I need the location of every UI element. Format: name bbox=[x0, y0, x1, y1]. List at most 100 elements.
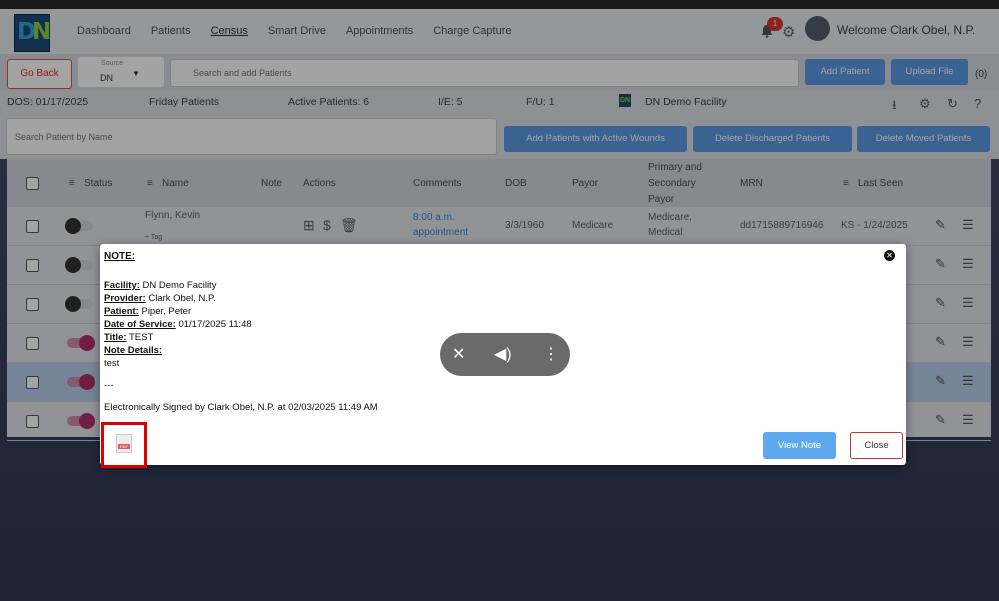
primary-payor-line1: Medicare, bbox=[648, 212, 692, 223]
nav-census[interactable]: Census bbox=[211, 25, 248, 37]
status-toggle[interactable] bbox=[65, 296, 93, 312]
nav-smart-drive[interactable]: Smart Drive bbox=[268, 25, 326, 37]
close-icon[interactable]: ✕ bbox=[884, 250, 895, 261]
upload-file-button[interactable]: Upload File bbox=[891, 59, 968, 85]
row-checkbox[interactable] bbox=[26, 220, 39, 233]
delete-moved-button[interactable]: Delete Moved Patients bbox=[857, 126, 990, 152]
last-seen-value: KS - 1/24/2025 bbox=[841, 220, 908, 231]
volume-icon[interactable]: ◀) bbox=[494, 344, 512, 364]
upload-count: (0) bbox=[975, 69, 988, 80]
edit-list-icon[interactable]: ✎ bbox=[935, 334, 946, 350]
pdf-file-icon[interactable]: PDF bbox=[116, 434, 132, 453]
header-note: Note bbox=[261, 178, 283, 189]
row-checkbox[interactable] bbox=[26, 298, 39, 311]
menu-icon[interactable]: ☰ bbox=[962, 217, 974, 233]
search-patient-name-input[interactable] bbox=[6, 118, 497, 155]
mrn-value: dd1715889716946 bbox=[740, 220, 824, 231]
facility-name: DN Demo Facility bbox=[645, 96, 727, 108]
comment-line-1[interactable]: 8:00 a.m. bbox=[413, 212, 455, 223]
provider-value: Clark Obel, N.P. bbox=[145, 293, 216, 304]
table-header: ≡ Status ≡ Name Note Actions Comments DO… bbox=[7, 159, 991, 207]
sort-icon[interactable]: ≡ bbox=[147, 178, 153, 189]
patient-name[interactable]: Flynn, Kevin bbox=[145, 210, 200, 221]
patient-value: Piper, Peter bbox=[138, 306, 192, 317]
edit-list-icon[interactable]: ✎ bbox=[935, 373, 946, 389]
edit-list-icon[interactable]: ✎ bbox=[935, 412, 946, 428]
view-note-button[interactable]: View Note bbox=[763, 432, 836, 459]
nav-charge-capture[interactable]: Charge Capture bbox=[433, 25, 511, 37]
dos-text: DOS: 01/17/2025 bbox=[7, 96, 89, 108]
top-nav: DN Dashboard Patients Census Smart Drive… bbox=[0, 9, 999, 54]
refresh-icon[interactable]: ↻ bbox=[947, 96, 958, 112]
avatar[interactable] bbox=[805, 16, 830, 41]
header-last-seen[interactable]: Last Seen bbox=[858, 178, 903, 189]
select-all-checkbox[interactable] bbox=[26, 177, 39, 190]
header-comments: Comments bbox=[413, 178, 462, 189]
go-back-button[interactable]: Go Back bbox=[7, 59, 72, 89]
title-label: Title: bbox=[104, 332, 127, 343]
app-logo[interactable]: DN bbox=[14, 14, 51, 52]
status-toggle[interactable] bbox=[67, 335, 95, 351]
status-toggle[interactable] bbox=[65, 257, 93, 273]
edit-list-icon[interactable]: ✎ bbox=[935, 217, 946, 233]
provider-label: Provider: bbox=[104, 293, 146, 304]
close-button[interactable]: Close bbox=[850, 432, 903, 459]
note-details-label: Note Details: bbox=[104, 345, 163, 356]
search-add-patients-input[interactable] bbox=[170, 59, 799, 87]
menu-icon[interactable]: ☰ bbox=[962, 295, 974, 311]
nav-links: Dashboard Patients Census Smart Drive Ap… bbox=[77, 25, 511, 37]
edit-list-icon[interactable]: ✎ bbox=[935, 256, 946, 272]
sort-icon[interactable]: ≡ bbox=[69, 178, 75, 189]
menu-icon[interactable]: ☰ bbox=[962, 412, 974, 428]
facility-label: Facility: bbox=[104, 280, 140, 291]
facility-value: DN Demo Facility bbox=[139, 280, 217, 291]
header-status[interactable]: Status bbox=[84, 178, 112, 189]
census-name: Friday Patients bbox=[149, 96, 220, 108]
nav-patients[interactable]: Patients bbox=[151, 25, 191, 37]
header-primary-line3: Payor bbox=[648, 194, 675, 205]
comment-line-2[interactable]: appointment bbox=[413, 227, 468, 238]
header-primary-line2: Secondary bbox=[648, 178, 696, 189]
status-toggle[interactable] bbox=[67, 374, 95, 390]
title-value: TEST bbox=[126, 332, 154, 343]
dos-line: Date of Service: 01/17/2025 11:48 bbox=[104, 319, 252, 330]
signature-text: Electronically Signed by Clark Obel, N.P… bbox=[104, 402, 378, 413]
menu-icon[interactable]: ☰ bbox=[962, 256, 974, 272]
dollar-icon[interactable]: $ bbox=[323, 217, 331, 233]
edit-list-icon[interactable]: ✎ bbox=[935, 295, 946, 311]
payor-value: Medicare bbox=[572, 220, 614, 231]
trash-icon[interactable]: 🗑 bbox=[340, 217, 358, 234]
row-checkbox[interactable] bbox=[26, 415, 39, 428]
menu-icon[interactable]: ☰ bbox=[962, 373, 974, 389]
delete-discharged-button[interactable]: Delete Discharged Patients bbox=[693, 126, 852, 152]
status-toggle[interactable] bbox=[67, 413, 95, 429]
patient-line: Patient: Piper, Peter bbox=[104, 306, 191, 317]
settings-gear-icon[interactable]: ⚙ bbox=[782, 23, 795, 41]
header-payor: Payor bbox=[572, 178, 599, 189]
header-name[interactable]: Name bbox=[162, 178, 189, 189]
download-icon[interactable]: ⭳ bbox=[892, 96, 897, 118]
gear-icon[interactable]: ⚙ bbox=[919, 96, 931, 112]
active-patients-count: Active Patients: 6 bbox=[288, 96, 370, 108]
nav-appointments[interactable]: Appointments bbox=[346, 25, 413, 37]
source-select[interactable]: Source DN ▼ bbox=[78, 57, 164, 87]
row-checkbox[interactable] bbox=[26, 337, 39, 350]
nav-dashboard[interactable]: Dashboard bbox=[77, 25, 131, 37]
menu-icon[interactable]: ☰ bbox=[962, 334, 974, 350]
help-icon[interactable]: ? bbox=[974, 96, 981, 111]
add-tag-link[interactable]: + Tag bbox=[145, 234, 162, 241]
more-options-icon[interactable]: ⋮ bbox=[543, 344, 559, 364]
pdf-tag: PDF bbox=[118, 444, 130, 449]
pin-off-icon[interactable]: ✕ bbox=[452, 344, 465, 364]
row-checkbox[interactable] bbox=[26, 376, 39, 389]
status-toggle[interactable] bbox=[65, 218, 93, 234]
separator-text: --- bbox=[104, 380, 114, 391]
row-checkbox[interactable] bbox=[26, 259, 39, 272]
media-controls: ✕ ◀) ⋮ bbox=[440, 333, 570, 376]
sort-icon[interactable]: ≡ bbox=[843, 178, 849, 189]
source-label: Source bbox=[101, 60, 124, 67]
table-row[interactable]: Flynn, Kevin + Tag ⊞ $ 🗑 8:00 a.m. appoi… bbox=[7, 207, 991, 246]
add-note-icon[interactable]: ⊞ bbox=[303, 217, 315, 234]
add-patient-button[interactable]: Add Patient bbox=[805, 59, 885, 85]
add-active-wounds-button[interactable]: Add Patients with Active Wounds bbox=[504, 126, 687, 152]
